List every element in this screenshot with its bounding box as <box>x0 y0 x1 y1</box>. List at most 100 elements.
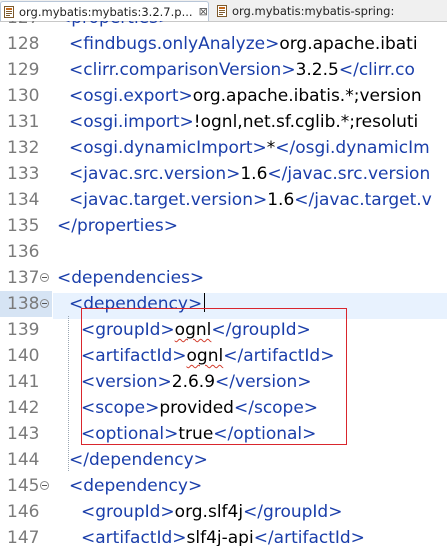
line-number-text: 140 <box>7 346 40 366</box>
line-number: 134 <box>0 187 52 213</box>
code-line[interactable]: <artifactId>slf4j-api</artifactId> <box>57 525 447 546</box>
code-line[interactable]: <osgi.export>org.apache.ibatis.*;version <box>57 83 447 109</box>
code-line[interactable]: <groupId>org.slf4j</groupId> <box>57 499 447 525</box>
code-line[interactable]: <findbugs.onlyAnalyze>org.apache.ibati <box>57 31 447 57</box>
code-line[interactable]: <clirr.comparisonVersion>3.2.5</clirr.co <box>57 57 447 83</box>
line-number-text: 145 <box>7 476 40 496</box>
xml-tag: <osgi.dynamicImport> <box>69 138 267 158</box>
highlighted-dependency-box <box>81 308 347 445</box>
xml-text: org.apache.ibati <box>279 34 418 54</box>
line-number-gutter: 127 128 129 130 131 132 133 134 135 136 137 138 139 1… <box>0 21 52 546</box>
xml-tag: <osgi.export> <box>69 86 193 106</box>
line-number-text: 141 <box>7 372 40 392</box>
line-number-text: 132 <box>7 138 40 158</box>
close-icon[interactable]: ⊠ <box>199 5 208 18</box>
xml-text: 1.6 <box>267 190 295 210</box>
line-number: 137 <box>0 265 52 291</box>
maven-pom-icon <box>3 5 15 18</box>
tab-label: org.mybatis:mybatis:3.2.7.p... <box>19 4 193 19</box>
xml-text: 1.6 <box>240 164 268 184</box>
line-number: 128 <box>0 31 52 57</box>
tab-label: org.mybatis:mybatis-spring: <box>232 4 395 18</box>
code-line[interactable]: <javac.target.version>1.6</javac.target.… <box>57 187 447 213</box>
xml-tag: </groupId> <box>243 502 343 522</box>
code-line[interactable]: <osgi.dynamicImport>*</osgi.dynamicIm <box>57 135 447 161</box>
xml-text: * <box>266 138 276 158</box>
line-number-text: 142 <box>7 398 40 418</box>
code-line[interactable]: <properties> <box>57 21 447 31</box>
line-number-text: 135 <box>7 216 40 236</box>
xml-tag: <artifactId> <box>81 528 187 546</box>
line-number: 141 <box>0 369 52 395</box>
xml-tag: </artifactId> <box>253 528 365 546</box>
line-number: 146 <box>0 499 52 525</box>
fold-collapse-icon[interactable] <box>40 481 49 490</box>
line-number: 138 <box>0 291 52 317</box>
line-number: 132 <box>0 135 52 161</box>
xml-editor[interactable]: 127 128 129 130 131 132 133 134 135 136 137 138 139 1… <box>0 21 447 546</box>
line-number-text: 144 <box>7 450 40 470</box>
xml-tag: <javac.src.version> <box>69 164 241 184</box>
tab-mybatis-spring-pom[interactable]: org.mybatis:mybatis-spring: <box>214 1 447 21</box>
code-line[interactable]: <dependency> <box>57 473 447 499</box>
code-line[interactable]: <dependencies> <box>57 265 447 291</box>
line-number-text: 131 <box>7 112 40 132</box>
code-line[interactable]: </dependency> <box>57 447 447 473</box>
line-number: 133 <box>0 161 52 187</box>
line-number: 127 <box>0 21 52 31</box>
xml-tag: </javac.src.version <box>267 164 431 184</box>
line-number: 142 <box>0 395 52 421</box>
line-number-text: 137 <box>7 268 40 288</box>
xml-tag: <javac.target.version> <box>69 190 268 210</box>
xml-tag: <dependency> <box>69 476 203 496</box>
line-number: 145 <box>0 473 52 499</box>
tab-mybatis-pom[interactable]: org.mybatis:mybatis:3.2.7.p... ⊠ <box>0 1 209 21</box>
line-number: 135 <box>0 213 52 239</box>
xml-tag: <dependencies> <box>57 268 205 288</box>
line-number-text: 147 <box>7 528 40 546</box>
line-number: 129 <box>0 57 52 83</box>
xml-tag: </clirr.co <box>338 60 415 80</box>
line-number-text: 127 <box>7 21 39 28</box>
code-area[interactable]: <properties><findbugs.onlyAnalyze>org.ap… <box>57 21 447 546</box>
xml-tag: <properties> <box>57 21 172 28</box>
xml-tag: <groupId> <box>81 502 175 522</box>
xml-text: org.apache.ibatis.*;version <box>192 86 422 106</box>
xml-tag: </osgi.dynamicIm <box>275 138 430 158</box>
line-number-text: 134 <box>7 190 40 210</box>
xml-tag: </dependency> <box>69 450 208 470</box>
code-line[interactable] <box>57 239 447 265</box>
xml-tag: </javac.target.v <box>294 190 432 210</box>
line-number: 139 <box>0 317 52 343</box>
line-number-text: 130 <box>7 86 40 106</box>
editor-tab-bar: org.mybatis:mybatis:3.2.7.p... ⊠ org.myb… <box>0 0 447 22</box>
xml-tag: <findbugs.onlyAnalyze> <box>69 34 280 54</box>
xml-tag: <osgi.import> <box>69 112 194 132</box>
line-number: 130 <box>0 83 52 109</box>
xml-text: !ognl,net.sf.cglib.*;resoluti <box>193 112 419 132</box>
xml-tag: <clirr.comparisonVersion> <box>69 60 296 80</box>
line-number-text: 136 <box>7 242 40 262</box>
line-number: 143 <box>0 421 52 447</box>
line-number-text: 129 <box>7 60 40 80</box>
code-line[interactable]: <javac.src.version>1.6</javac.src.versio… <box>57 161 447 187</box>
xml-text: 3.2.5 <box>295 60 339 80</box>
code-line[interactable]: <osgi.import>!ognl,net.sf.cglib.*;resolu… <box>57 109 447 135</box>
xml-text: slf4j-api <box>186 528 254 546</box>
fold-collapse-icon[interactable] <box>40 299 49 308</box>
line-number: 136 <box>0 239 52 265</box>
line-number: 147 <box>0 525 52 546</box>
line-number-text: 146 <box>7 502 40 522</box>
xml-tag: </properties> <box>57 216 178 236</box>
line-number-text: 128 <box>7 34 40 54</box>
line-number-text: 143 <box>7 424 40 444</box>
line-number-text: 138 <box>7 294 40 314</box>
code-line[interactable]: </properties> <box>57 213 447 239</box>
line-number: 131 <box>0 109 52 135</box>
line-number: 140 <box>0 343 52 369</box>
xml-text: org.slf4j <box>174 502 244 522</box>
maven-pom-icon <box>216 5 228 17</box>
line-number-text: 139 <box>7 320 40 340</box>
fold-collapse-icon[interactable] <box>40 273 49 282</box>
line-number: 144 <box>0 447 52 473</box>
